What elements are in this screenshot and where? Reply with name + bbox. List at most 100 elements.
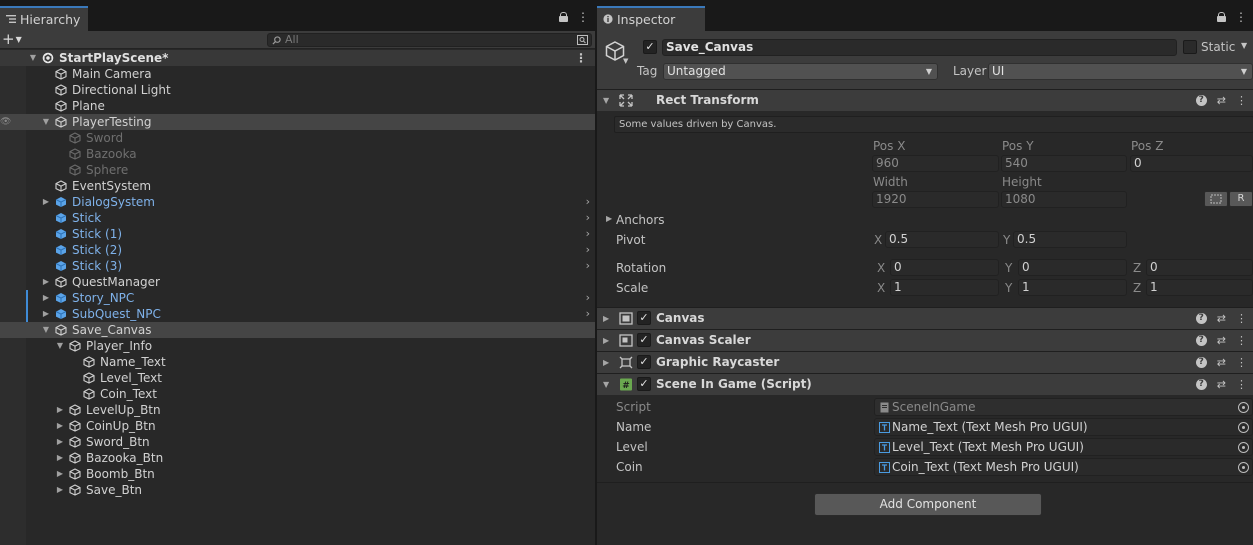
triangle-down-icon[interactable]: ▼ — [55, 338, 65, 354]
object-picker-icon[interactable] — [1238, 442, 1249, 453]
object-picker-icon[interactable] — [1238, 402, 1249, 413]
blueprint-mode-button[interactable] — [1204, 191, 1228, 207]
triangle-right-icon[interactable]: ▶ — [55, 418, 65, 434]
triangle-down-icon[interactable]: ▼ — [28, 50, 38, 66]
hierarchy-item[interactable]: Name_Text — [0, 354, 595, 370]
active-checkbox[interactable]: ✓ — [643, 40, 657, 54]
preset-icon[interactable]: ⇄ — [1217, 90, 1226, 111]
triangle-right-icon[interactable]: ▶ — [41, 290, 51, 306]
pivot-y-field[interactable]: 0.5 — [1013, 231, 1127, 248]
help-icon[interactable]: ? — [1195, 357, 1207, 368]
hierarchy-item[interactable]: ▶ Story_NPC › — [0, 290, 595, 306]
object-picker-icon[interactable] — [1238, 462, 1249, 473]
rect-transform-header[interactable]: ▼ Rect Transform ? ⇄ ⋮ — [597, 89, 1253, 111]
triangle-right-icon[interactable]: ▶ — [603, 308, 609, 329]
hierarchy-item[interactable]: ▶ LevelUp_Btn — [0, 402, 595, 418]
canvas-scaler-component-header[interactable]: ▶ ✓ Canvas Scaler ? ⇄ ⋮ — [597, 329, 1253, 351]
hierarchy-item[interactable]: ▶ Save_Btn — [0, 482, 595, 498]
scene-row[interactable]: ▼ StartPlayScene* ⋮ — [0, 50, 595, 66]
height-field[interactable]: 1080 — [1001, 191, 1127, 208]
anchors-label[interactable]: Anchors — [616, 213, 665, 227]
hierarchy-item[interactable]: Bazooka — [0, 146, 595, 162]
hierarchy-item[interactable]: EventSystem — [0, 178, 595, 194]
more-menu-icon[interactable]: ⋮ — [577, 10, 589, 24]
visibility-toggle-icon[interactable]: 👁 — [0, 114, 24, 130]
rotation-z-field[interactable]: 0 — [1146, 259, 1253, 276]
triangle-right-icon[interactable]: ▶ — [55, 450, 65, 466]
pos-x-field[interactable]: 960 — [872, 155, 999, 172]
lock-icon[interactable] — [559, 12, 568, 22]
hierarchy-item[interactable]: ▼ Save_Canvas — [0, 322, 595, 338]
help-icon[interactable]: ? — [1195, 379, 1207, 390]
help-icon[interactable]: ? — [1195, 335, 1207, 346]
hierarchy-search-input[interactable]: All — [267, 33, 592, 47]
component-more-icon[interactable]: ⋮ — [1236, 330, 1247, 351]
hierarchy-item[interactable]: Sphere — [0, 162, 595, 178]
chevron-right-icon[interactable]: › — [586, 290, 590, 306]
raw-edit-button[interactable]: R — [1229, 191, 1253, 207]
triangle-right-icon[interactable]: ▶ — [55, 402, 65, 418]
scale-z-field[interactable]: 1 — [1146, 279, 1253, 296]
triangle-right-icon[interactable]: ▶ — [41, 274, 51, 290]
icon-dropdown-arrow[interactable]: ▼ — [623, 57, 628, 65]
component-more-icon[interactable]: ⋮ — [1236, 90, 1247, 111]
triangle-down-icon[interactable]: ▼ — [603, 374, 609, 395]
chevron-right-icon[interactable]: › — [586, 210, 590, 226]
chevron-right-icon[interactable]: › — [586, 306, 590, 322]
tag-dropdown[interactable]: Untagged ▼ — [663, 63, 938, 80]
triangle-right-icon[interactable]: ▶ — [603, 330, 609, 351]
static-checkbox[interactable] — [1183, 40, 1197, 54]
hierarchy-item[interactable]: Plane — [0, 98, 595, 114]
hierarchy-item[interactable]: ▶ DialogSystem › — [0, 194, 595, 210]
hierarchy-item[interactable]: Sword — [0, 130, 595, 146]
triangle-down-icon[interactable]: ▼ — [41, 322, 51, 338]
object-name-field[interactable]: Save_Canvas — [662, 39, 1177, 56]
hierarchy-item[interactable]: ▶ CoinUp_Btn — [0, 418, 595, 434]
component-more-icon[interactable]: ⋮ — [1236, 352, 1247, 373]
help-icon[interactable]: ? — [1195, 313, 1207, 324]
width-field[interactable]: 1920 — [872, 191, 999, 208]
triangle-right-icon[interactable]: ▶ — [55, 482, 65, 498]
help-icon[interactable]: ? — [1195, 95, 1207, 106]
static-dropdown-arrow[interactable]: ▼ — [1241, 41, 1247, 50]
preset-icon[interactable]: ⇄ — [1217, 352, 1226, 373]
hierarchy-item[interactable]: ▶ SubQuest_NPC › — [0, 306, 595, 322]
hierarchy-item[interactable]: Stick (2) › — [0, 242, 595, 258]
scene-more-icon[interactable]: ⋮ — [575, 50, 587, 66]
graphic-raycaster-component-header[interactable]: ▶ ✓ Graphic Raycaster ? ⇄ ⋮ — [597, 351, 1253, 373]
hierarchy-item[interactable]: Stick › — [0, 210, 595, 226]
hierarchy-item[interactable]: Main Camera — [0, 66, 595, 82]
component-more-icon[interactable]: ⋮ — [1236, 374, 1247, 395]
chevron-right-icon[interactable]: › — [586, 226, 590, 242]
triangle-right-icon[interactable]: ▶ — [41, 194, 51, 210]
pos-y-field[interactable]: 540 — [1001, 155, 1127, 172]
hierarchy-item[interactable]: Directional Light — [0, 82, 595, 98]
canvas-scaler-enabled-checkbox[interactable]: ✓ — [637, 333, 651, 347]
inspector-tab[interactable]: Inspector — [597, 6, 705, 31]
more-menu-icon[interactable]: ⋮ — [1235, 10, 1247, 24]
triangle-down-icon[interactable]: ▼ — [41, 114, 51, 130]
script-enabled-checkbox[interactable]: ✓ — [637, 377, 651, 391]
scale-y-field[interactable]: 1 — [1018, 279, 1127, 296]
preset-icon[interactable]: ⇄ — [1217, 374, 1226, 395]
coin-reference-field[interactable]: Coin_Text (Text Mesh Pro UGUI) — [874, 458, 1253, 476]
triangle-right-icon[interactable]: ▶ — [55, 466, 65, 482]
hierarchy-item[interactable]: ▶ Sword_Btn — [0, 434, 595, 450]
scale-x-field[interactable]: 1 — [890, 279, 999, 296]
lock-icon[interactable] — [1217, 12, 1226, 22]
hierarchy-item[interactable]: Coin_Text — [0, 386, 595, 402]
object-picker-icon[interactable] — [1238, 422, 1249, 433]
pivot-x-field[interactable]: 0.5 — [885, 231, 999, 248]
hierarchy-item[interactable]: Stick (1) › — [0, 226, 595, 242]
hierarchy-item[interactable]: ▶ Boomb_Btn — [0, 466, 595, 482]
canvas-enabled-checkbox[interactable]: ✓ — [637, 311, 651, 325]
component-more-icon[interactable]: ⋮ — [1236, 308, 1247, 329]
search-filter-icon[interactable] — [577, 35, 588, 45]
hierarchy-item[interactable]: 👁 ▼ PlayerTesting — [0, 114, 595, 130]
chevron-right-icon[interactable]: › — [586, 242, 590, 258]
name-reference-field[interactable]: Name_Text (Text Mesh Pro UGUI) — [874, 418, 1253, 436]
hierarchy-item[interactable]: ▶ QuestManager — [0, 274, 595, 290]
preset-icon[interactable]: ⇄ — [1217, 308, 1226, 329]
anchors-foldout-icon[interactable]: ▶ — [606, 214, 612, 223]
add-object-button[interactable]: +▼ — [2, 31, 26, 49]
